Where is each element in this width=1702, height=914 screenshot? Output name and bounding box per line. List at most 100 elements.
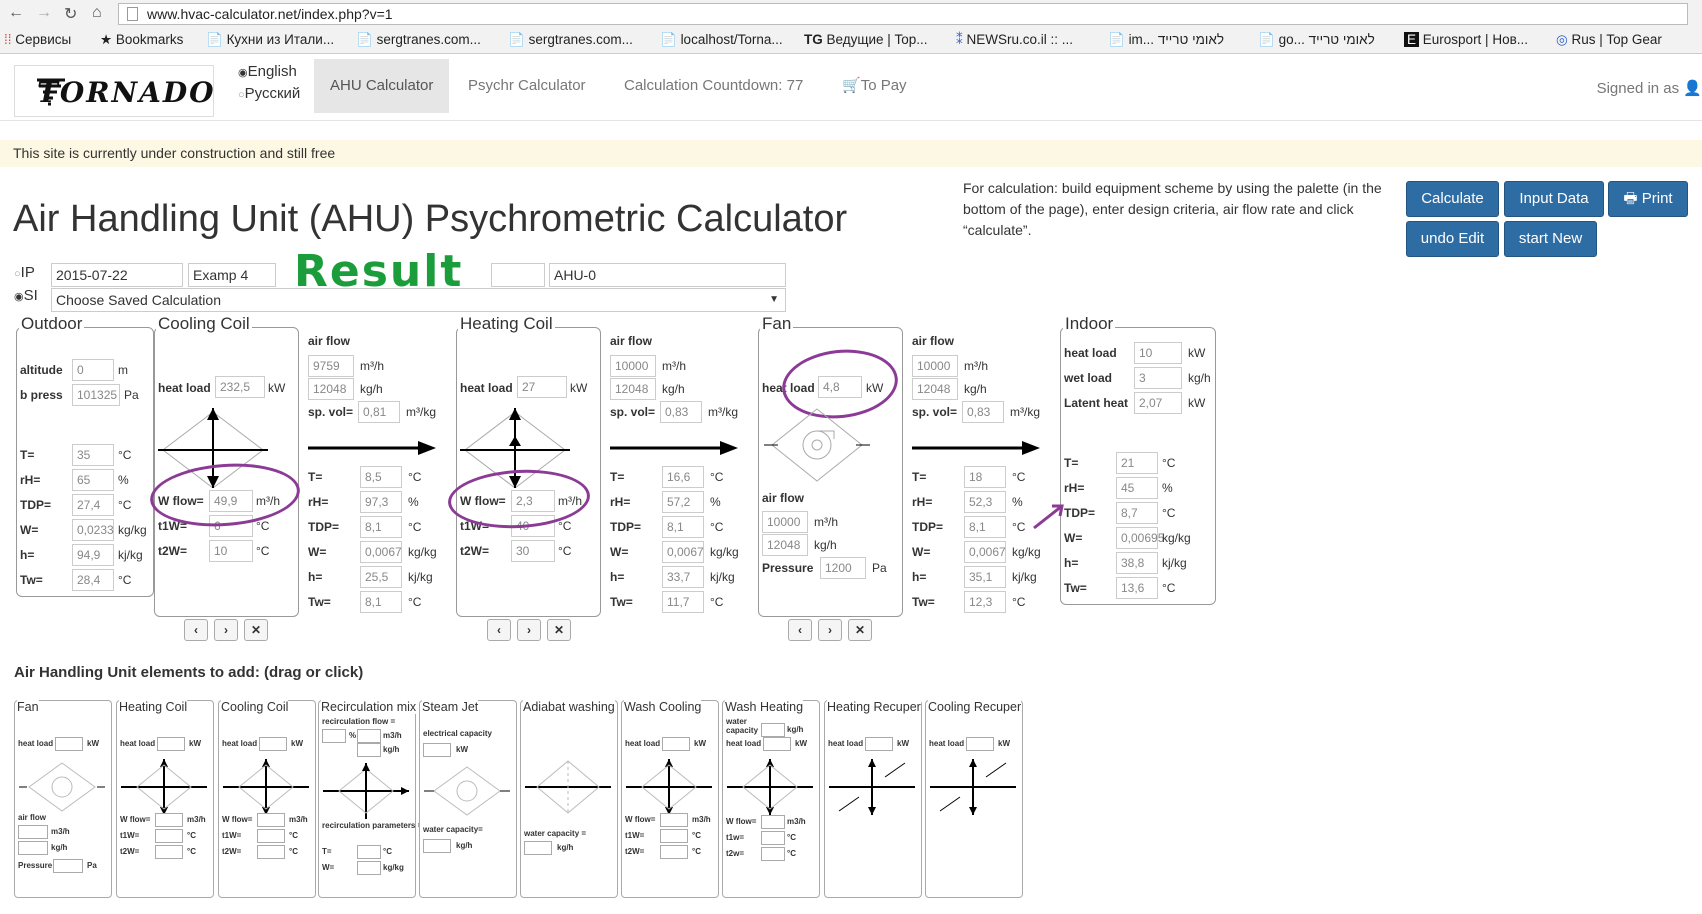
param-input[interactable]: 52,3 [964,491,1006,513]
unit-si[interactable]: ◉SI [14,287,38,304]
palette-input[interactable] [18,841,48,855]
palette-input[interactable] [257,813,285,827]
move-right-button[interactable]: › [517,619,541,641]
flow-kg-input[interactable]: 12048 [308,378,354,400]
palette-input[interactable] [155,829,183,843]
indoor-row-input[interactable]: 38,8 [1116,552,1158,574]
bookmark-item[interactable]: 📄 sergtranes.com... [508,30,633,50]
palette-input[interactable] [763,737,791,751]
indoor-row-input[interactable]: 13,6 [1116,577,1158,599]
palette-input[interactable] [157,737,185,751]
palette-input[interactable] [423,743,451,757]
move-left-button[interactable]: ‹ [788,619,812,641]
date-field[interactable]: 2015-07-22 [51,263,183,287]
palette-input[interactable] [660,813,688,827]
nav-to-pay[interactable]: 🛒To Pay [826,59,923,113]
palette-input[interactable] [524,841,552,855]
bookmark-item[interactable]: E Eurosport | Нов... [1404,30,1528,50]
outdoor-row-input[interactable]: 28,4 [72,569,114,591]
spvol-input[interactable]: 0,83 [660,401,702,423]
palette-item[interactable]: Fan heat load kW air flow m3/h kg/h Pressure Pa [14,700,112,898]
param-input[interactable]: 8,1 [662,516,704,538]
delete-button[interactable]: ✕ [547,619,571,641]
blank-field[interactable] [491,263,545,287]
outdoor-row-input[interactable]: 65 [72,469,114,491]
flow-kg-input[interactable]: 12048 [912,378,958,400]
indoor-row-input[interactable]: 21 [1116,452,1158,474]
palette-input[interactable] [322,729,346,743]
flow-m3-input[interactable]: 9759 [308,355,354,377]
fan-flow-kg-input[interactable]: 12048 [762,534,808,556]
palette-input[interactable] [357,729,381,743]
indoor-latent-input[interactable]: 2,07 [1134,392,1182,414]
palette-item[interactable]: Heating Coil heat load kW W flow= m3/h t1W= °C… [116,700,214,898]
bookmark-item[interactable]: 📄 Кухни из Итали... [206,30,334,50]
delete-button[interactable]: ✕ [848,619,872,641]
heating-t2w-input[interactable]: 30 [511,540,555,562]
palette-item[interactable]: Heating Recuper heat load kW [824,700,922,898]
palette-input[interactable] [257,845,285,859]
param-input[interactable]: 0,0067 [964,541,1006,563]
outdoor-row-input[interactable]: 0,0233 [72,519,114,541]
heating-heat-load-input[interactable]: 27 [517,376,567,398]
flow-m3-input[interactable]: 10000 [610,355,656,377]
param-input[interactable]: 11,7 [662,591,704,613]
palette-input[interactable] [761,847,785,861]
palette-input[interactable] [660,845,688,859]
outdoor-row-input[interactable]: 35 [72,444,114,466]
nav-psychr-calculator[interactable]: Psychr Calculator [452,59,602,113]
back-icon[interactable]: ← [8,4,24,22]
param-input[interactable]: 8,1 [360,516,402,538]
radio-checked-icon[interactable]: ◉ [238,67,248,79]
logo[interactable]: TORNADO [14,65,214,117]
palette-input[interactable] [357,861,381,875]
palette-item[interactable]: Cooling Recuper heat load kW [925,700,1023,898]
param-input[interactable]: 18 [964,466,1006,488]
lang-english[interactable]: ◉English [238,63,297,80]
cooling-heat-load-input[interactable]: 232,5 [215,376,265,398]
nav-calculation-countdown[interactable]: Calculation Countdown: 77 [608,59,819,113]
param-input[interactable]: 97,3 [360,491,402,513]
indoor-row-input[interactable]: 45 [1116,477,1158,499]
indoor-row-input[interactable]: 8,7 [1116,502,1158,524]
bookmark-item[interactable]: ◎ Rus | Top Gear [1556,30,1662,50]
palette-input[interactable] [357,743,381,757]
indoor-wet-load-input[interactable]: 3 [1134,367,1182,389]
calculate-button[interactable]: Calculate [1406,181,1499,217]
input-data-button[interactable]: Input Data [1504,181,1604,217]
palette-input[interactable] [865,737,893,751]
reload-icon[interactable]: ↻ [64,4,77,24]
palette-item[interactable]: Steam Jet electrical capacity kW water capa… [419,700,517,898]
bookmark-item[interactable]: 📄 go... לאומי טרייד [1258,30,1375,50]
palette-input[interactable] [966,737,994,751]
print-button[interactable]: 🖶 Print [1608,181,1688,217]
param-input[interactable]: 33,7 [662,566,704,588]
palette-item[interactable]: Recirculation mix recirculation flow =% m3… [318,700,422,898]
palette-input[interactable] [761,831,785,845]
bookmark-item[interactable]: 📄 localhost/Torna... [660,30,783,50]
unit-ip[interactable]: ○IP [14,264,35,281]
address-bar[interactable]: www.hvac-calculator.net/index.php?v=1 [118,3,1688,25]
param-input[interactable]: 8,5 [360,466,402,488]
palette-input[interactable] [55,737,83,751]
radio-icon[interactable]: ○ [14,268,21,280]
param-input[interactable]: 8,1 [360,591,402,613]
bookmark-item[interactable]: 📄 sergtranes.com... [356,30,481,50]
palette-input[interactable] [257,829,285,843]
param-input[interactable]: 0,0067 [360,541,402,563]
lang-russian[interactable]: ○Русский [238,85,300,102]
palette-item[interactable]: Cooling Coil heat load kW W flow= m3/h t1W= °C… [218,700,316,898]
indoor-heat-load-input[interactable]: 10 [1134,342,1182,364]
palette-input[interactable] [155,813,183,827]
indoor-row-input[interactable]: 0,00695 [1116,527,1164,549]
param-input[interactable]: 0,0067 [662,541,704,563]
param-input[interactable]: 12,3 [964,591,1006,613]
palette-input[interactable] [660,829,688,843]
home-icon[interactable]: ⌂ [92,4,102,22]
palette-input[interactable] [662,737,690,751]
altitude-input[interactable]: 0 [72,359,114,381]
spvol-input[interactable]: 0,83 [962,401,1004,423]
palette-item[interactable]: Wash Heating heat load kW water capacity kg/h… [722,700,820,898]
nav-ahu-calculator[interactable]: AHU Calculator [314,59,450,113]
bookmark-item[interactable]: 📄 im... לאומי טרייד [1108,30,1224,50]
